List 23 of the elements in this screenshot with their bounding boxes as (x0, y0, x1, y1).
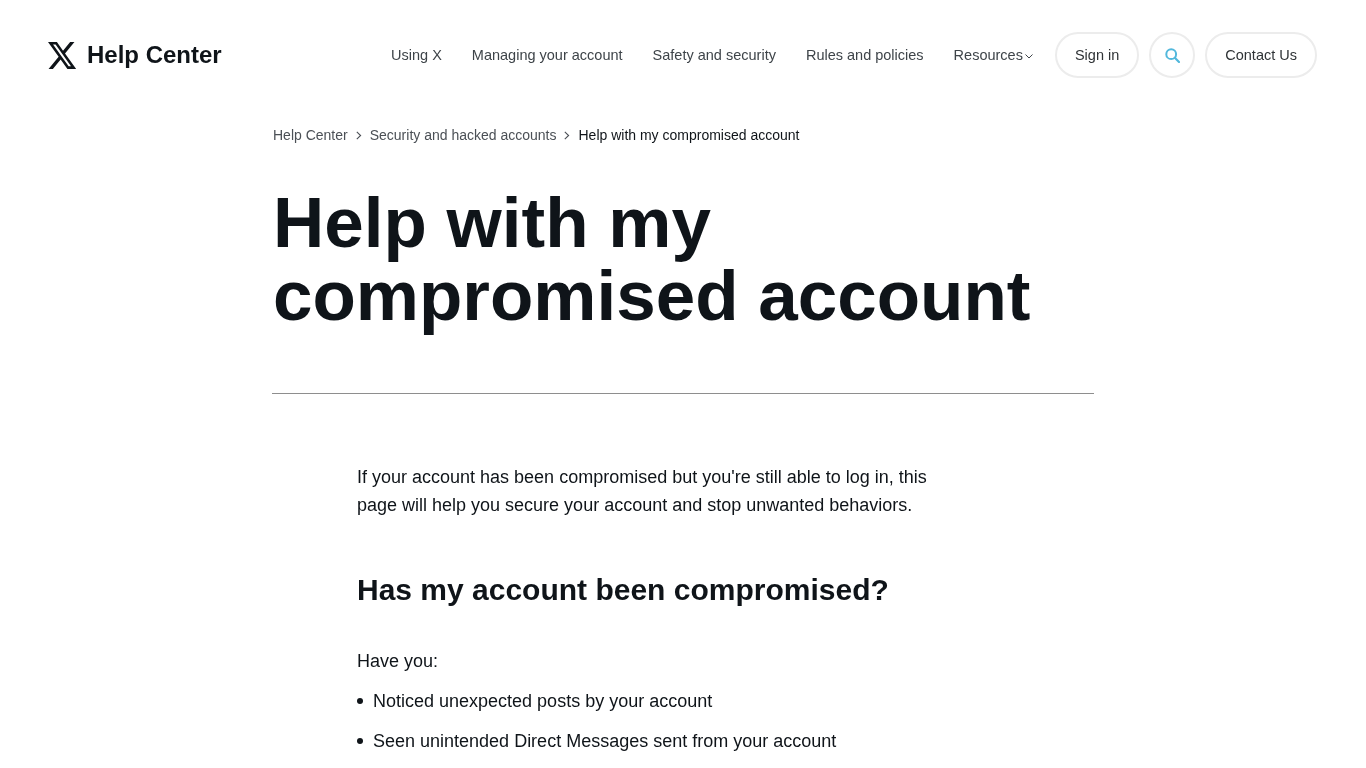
caret-icon (1024, 54, 1033, 59)
section-heading: Has my account been compromised? (357, 572, 890, 608)
nav-link[interactable]: Managing your account (471, 47, 623, 63)
sign-in-button[interactable]: Sign in (1054, 32, 1140, 78)
chevron-icon (355, 130, 362, 140)
breadcrumb-link[interactable]: Help Center (273, 125, 348, 145)
intro-paragraph: If your account has been compromised but you're still able to log in, this page will help you secure your account and stop unwanted behaviors. (357, 466, 928, 517)
list-item-text: Noticed unexpected posts by your account (373, 690, 713, 713)
breadcrumb-current: Help with my compromised account (578, 126, 800, 145)
bullet-icon (357, 698, 363, 704)
nav-link[interactable]: Safety and security (652, 47, 776, 63)
lead-text: Have you: (357, 650, 440, 673)
bullet-icon (357, 738, 363, 744)
search-icon (1164, 47, 1180, 63)
nav-link[interactable]: Resources (953, 47, 1033, 63)
list-item-text: Seen unintended Direct Messages sent from your account (373, 730, 837, 753)
contact-us-button[interactable]: Contact Us (1205, 32, 1317, 78)
nav-link[interactable]: Rules and policies (805, 47, 924, 63)
breadcrumb-link[interactable]: Security and hacked accounts (369, 125, 557, 145)
site-title[interactable]: Help Center (87, 41, 222, 69)
chevron-icon (564, 130, 571, 140)
nav-link[interactable]: Using X (391, 47, 442, 63)
logo-icon[interactable] (48, 41, 76, 69)
